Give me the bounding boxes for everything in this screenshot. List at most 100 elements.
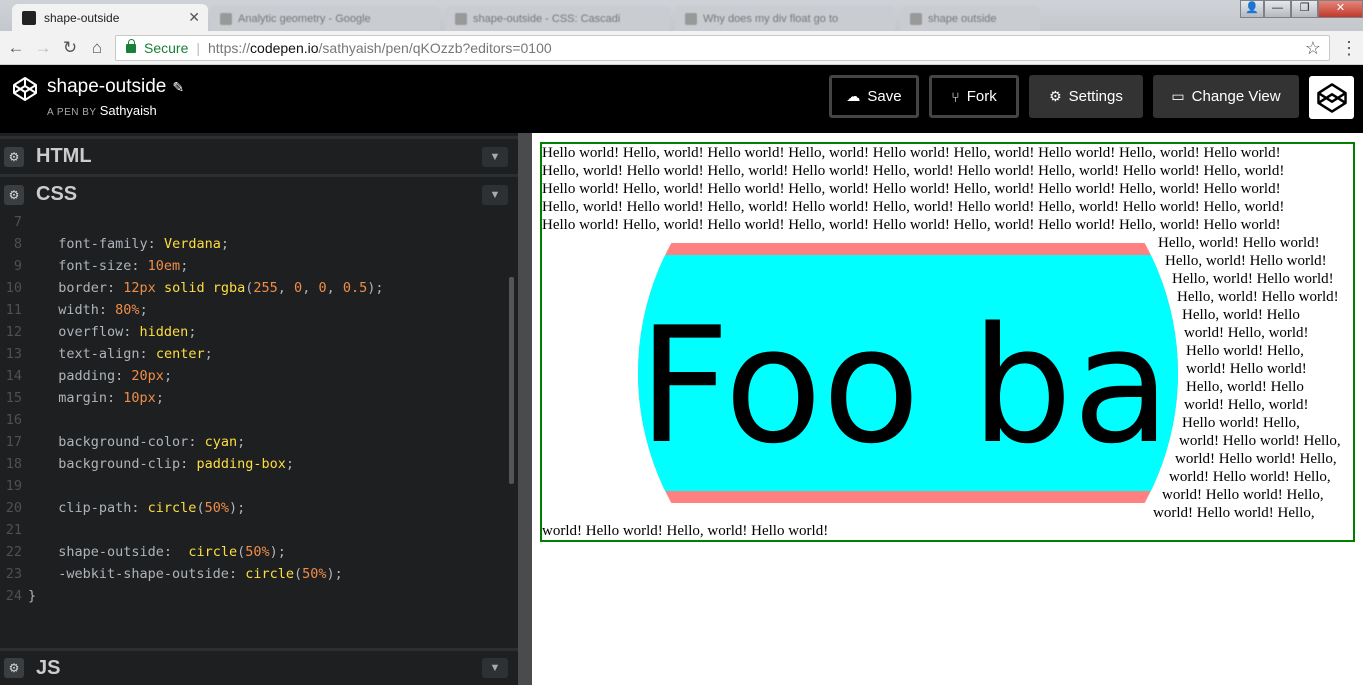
code-line[interactable]: 22 shape-outside: circle(50%); <box>0 541 286 563</box>
code-line[interactable]: 14 padding: 20px; <box>0 365 172 387</box>
preview-text-line: world! Hello world! Hello, <box>1162 487 1324 503</box>
tab-inactive[interactable]: Why does my div float go to <box>675 6 895 31</box>
tab-inactive[interactable]: shape outside <box>900 6 1040 31</box>
favicon-icon <box>685 12 697 25</box>
line-number: 17 <box>5 434 22 450</box>
css-chevron-down-icon[interactable]: ▼ <box>482 184 508 205</box>
preview-text-line: Hello, world! Hello world! <box>1165 253 1327 269</box>
code-line[interactable]: 10 border: 12px solid rgba(255, 0, 0, 0.… <box>0 277 384 299</box>
preview-text-line: Hello, world! Hello world! <box>1158 235 1320 251</box>
code-line[interactable]: 19 <box>0 475 42 497</box>
favicon-icon <box>220 12 232 25</box>
author-link[interactable]: Sathyaish <box>100 103 157 118</box>
tab-title: shape-outside <box>44 10 120 25</box>
line-number: 9 <box>13 258 22 274</box>
bookmark-star-icon[interactable]: ☆ <box>1305 38 1321 59</box>
user-avatar-icon <box>1316 82 1347 113</box>
html-chevron-down-icon[interactable]: ▼ <box>482 146 508 167</box>
js-pane-header[interactable]: ⚙ JS ▼ <box>0 648 518 685</box>
codepen-favicon-icon <box>22 10 36 25</box>
avatar[interactable] <box>1309 76 1354 119</box>
favicon-icon <box>910 12 922 25</box>
code-line[interactable]: 23 -webkit-shape-outside: circle(50%); <box>0 563 343 585</box>
minimize-icon[interactable]: — <box>1264 0 1291 18</box>
code-line[interactable]: 24} <box>0 585 36 607</box>
cloud-icon: ☁ <box>846 88 861 104</box>
favicon-icon <box>455 12 467 25</box>
line-number: 24 <box>5 588 22 604</box>
code-line[interactable]: 11 width: 80%; <box>0 299 148 321</box>
edit-pencil-icon[interactable]: ✎ <box>172 79 184 95</box>
code-line[interactable]: 17 background-color: cyan; <box>0 431 246 453</box>
code-line[interactable]: 15 margin: 10px; <box>0 387 164 409</box>
html-settings-gear-icon[interactable]: ⚙ <box>4 146 24 167</box>
code-line[interactable]: 13 text-align: center; <box>0 343 213 365</box>
editor-scrollbar[interactable] <box>509 277 514 484</box>
line-number: 20 <box>5 500 22 516</box>
line-number: 12 <box>5 324 22 340</box>
foo-bar-circle: Foo bar <box>638 243 1178 503</box>
home-icon[interactable]: ⌂ <box>87 38 107 58</box>
code-line[interactable]: 18 background-clip: padding-box; <box>0 453 294 475</box>
preview-text-line: world! Hello world! Hello, <box>1169 469 1331 485</box>
maximize-icon[interactable]: ❐ <box>1291 0 1318 18</box>
tab-inactive[interactable]: Analytic geometry - Google <box>210 6 440 31</box>
preview-text-line: world! Hello world! Hello, <box>1179 433 1341 449</box>
preview-text-line: Hello, world! Hello world! Hello, world!… <box>542 163 1285 179</box>
codepen-header: shape-outside ✎ A PEN BY Sathyaish ☁ Save … <box>0 65 1363 130</box>
preview-text-line: world! Hello, world! <box>1184 397 1309 413</box>
preview-text-line: Hello, world! Hello <box>1182 307 1300 323</box>
code-line[interactable]: 12 overflow: hidden; <box>0 321 197 343</box>
preview-text-line: Hello, world! Hello world! Hello, world!… <box>542 199 1285 215</box>
close-window-icon[interactable]: ✕ <box>1318 0 1363 18</box>
preview-text-line: Hello world! Hello, <box>1186 343 1304 359</box>
html-pane-header[interactable]: ⚙ HTML ▼ <box>0 136 518 174</box>
codepen-logo-icon[interactable] <box>12 76 38 102</box>
change-view-button[interactable]: ▭ Change View <box>1153 75 1299 118</box>
save-button[interactable]: ☁ Save <box>829 75 919 118</box>
pen-title[interactable]: shape-outside ✎ <box>47 76 184 98</box>
secure-label: Secure <box>144 40 189 56</box>
preview-text-line: Hello world! Hello, world! Hello world! … <box>542 145 1281 161</box>
url-text: https://codepen.io/sathyaish/pen/qKOzzb?… <box>208 40 552 56</box>
preview-text-line: world! Hello world! <box>1186 361 1307 377</box>
fork-button[interactable]: ⑂ Fork <box>929 75 1019 118</box>
foo-bar-shape: Foo bar <box>638 243 1178 503</box>
preview-text-line: Hello world! Hello, world! Hello world! … <box>542 217 1281 233</box>
pane-resize-handle[interactable] <box>518 133 532 685</box>
code-line[interactable]: 20 clip-path: circle(50%); <box>0 497 246 519</box>
line-number: 21 <box>5 522 22 538</box>
code-line[interactable]: 7 <box>0 211 42 233</box>
js-settings-gear-icon[interactable]: ⚙ <box>4 658 24 678</box>
browser-menu-icon[interactable]: ⋮ <box>1340 38 1358 58</box>
user-profile-icon[interactable]: 👤 <box>1240 0 1264 18</box>
tab-inactive[interactable]: shape-outside - CSS: Cascadi <box>445 6 670 31</box>
change-view-icon: ▭ <box>1171 88 1185 104</box>
forward-icon[interactable]: → <box>33 38 53 58</box>
reload-icon[interactable]: ↻ <box>60 38 80 58</box>
preview-text-line: world! Hello world! Hello, <box>1153 505 1315 521</box>
back-icon[interactable]: ← <box>6 38 26 58</box>
line-number: 13 <box>5 346 22 362</box>
code-line[interactable]: 8 font-family: Verdana; <box>0 233 229 255</box>
line-number: 23 <box>5 566 22 582</box>
preview-text-line: Hello, world! Hello world! <box>1177 289 1339 305</box>
fork-icon: ⑂ <box>951 88 960 105</box>
code-line[interactable]: 21 <box>0 519 42 541</box>
close-tab-icon[interactable]: ✕ <box>188 9 200 26</box>
css-pane-header[interactable]: ⚙ CSS ▼ <box>0 174 518 212</box>
url-input[interactable]: Secure | https://codepen.io/sathyaish/pe… <box>115 35 1330 61</box>
css-settings-gear-icon[interactable]: ⚙ <box>4 184 24 205</box>
preview-text-line: Hello, world! Hello world! <box>1172 271 1334 287</box>
preview-text-line: world! Hello world! Hello, world! Hello … <box>542 523 829 539</box>
preview-text-line: Hello world! Hello, <box>1182 415 1300 431</box>
browser-tab-bar: shape-outside ✕ Analytic geometry - Goog… <box>0 0 1363 31</box>
tab-active[interactable]: shape-outside ✕ <box>12 4 208 31</box>
pen-author: A PEN BY Sathyaish <box>47 103 157 118</box>
css-code-editor[interactable]: 7 8 font-family: Verdana; 9 font-size: 10e… <box>0 211 518 643</box>
code-line[interactable]: 9 font-size: 10em; <box>0 255 188 277</box>
code-line[interactable]: 16 <box>0 409 42 431</box>
settings-button[interactable]: ⚙ Settings <box>1029 75 1143 118</box>
line-number: 10 <box>5 280 22 296</box>
js-chevron-down-icon[interactable]: ▼ <box>482 658 508 678</box>
